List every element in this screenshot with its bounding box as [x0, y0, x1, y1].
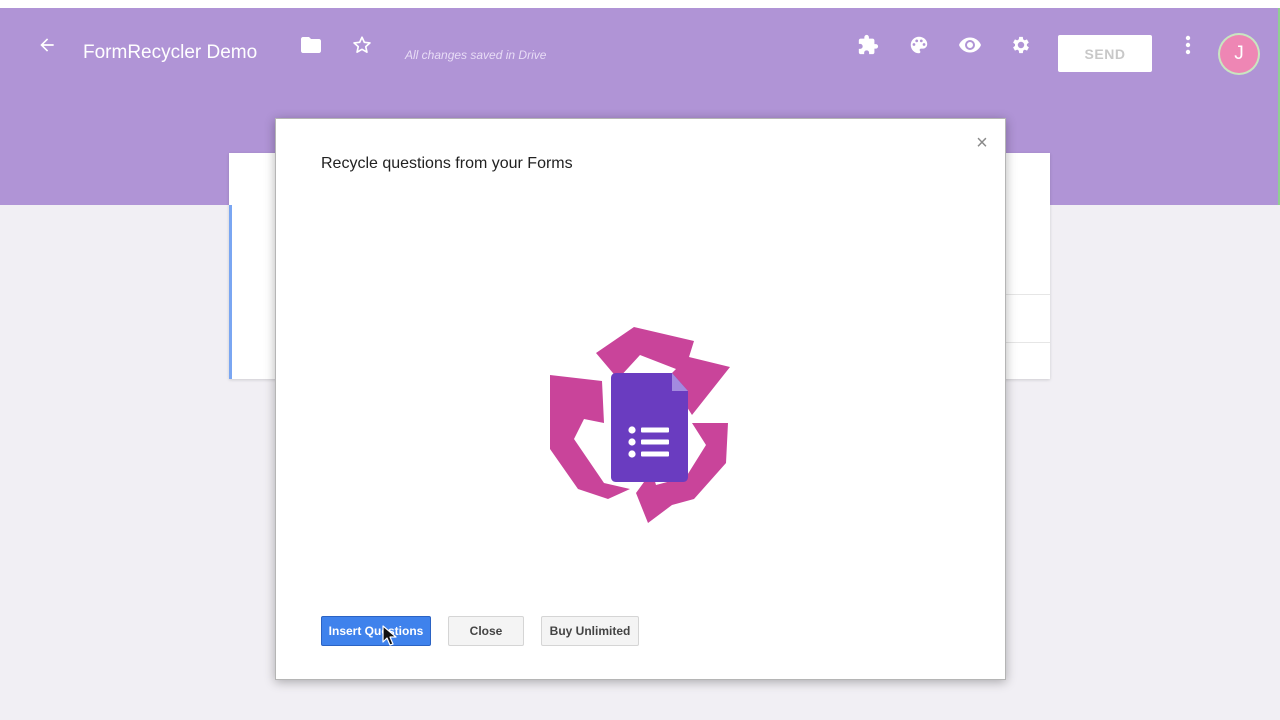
card-divider [1005, 294, 1050, 295]
save-status: All changes saved in Drive [405, 48, 547, 62]
back-arrow-icon[interactable] [34, 32, 60, 58]
card-divider [1005, 342, 1050, 343]
app-bar: FormRecycler Demo All changes saved in D… [0, 8, 1280, 84]
form-title[interactable]: FormRecycler Demo [83, 42, 257, 64]
avatar[interactable]: J [1220, 35, 1258, 73]
recycle-dialog: Recycle questions from your Forms × Inse… [275, 118, 1006, 680]
folder-icon[interactable] [298, 32, 324, 58]
gear-icon[interactable] [1008, 32, 1034, 58]
eye-preview-icon[interactable] [957, 32, 983, 58]
insert-questions-button[interactable]: Insert Questions [321, 616, 431, 646]
star-icon[interactable] [349, 32, 375, 58]
dialog-title: Recycle questions from your Forms [321, 155, 573, 172]
send-button[interactable]: SEND [1058, 35, 1152, 72]
close-icon[interactable]: × [972, 133, 992, 153]
buy-unlimited-button[interactable]: Buy Unlimited [541, 616, 639, 646]
puzzle-addon-icon[interactable] [855, 32, 881, 58]
more-vert-icon[interactable] [1176, 32, 1200, 58]
question-accent-bar [229, 205, 232, 379]
browser-top-strip [0, 0, 1280, 8]
mouse-cursor-icon [382, 625, 398, 652]
close-button[interactable]: Close [448, 616, 524, 646]
palette-icon[interactable] [906, 32, 932, 58]
recycle-forms-logo [544, 323, 734, 525]
